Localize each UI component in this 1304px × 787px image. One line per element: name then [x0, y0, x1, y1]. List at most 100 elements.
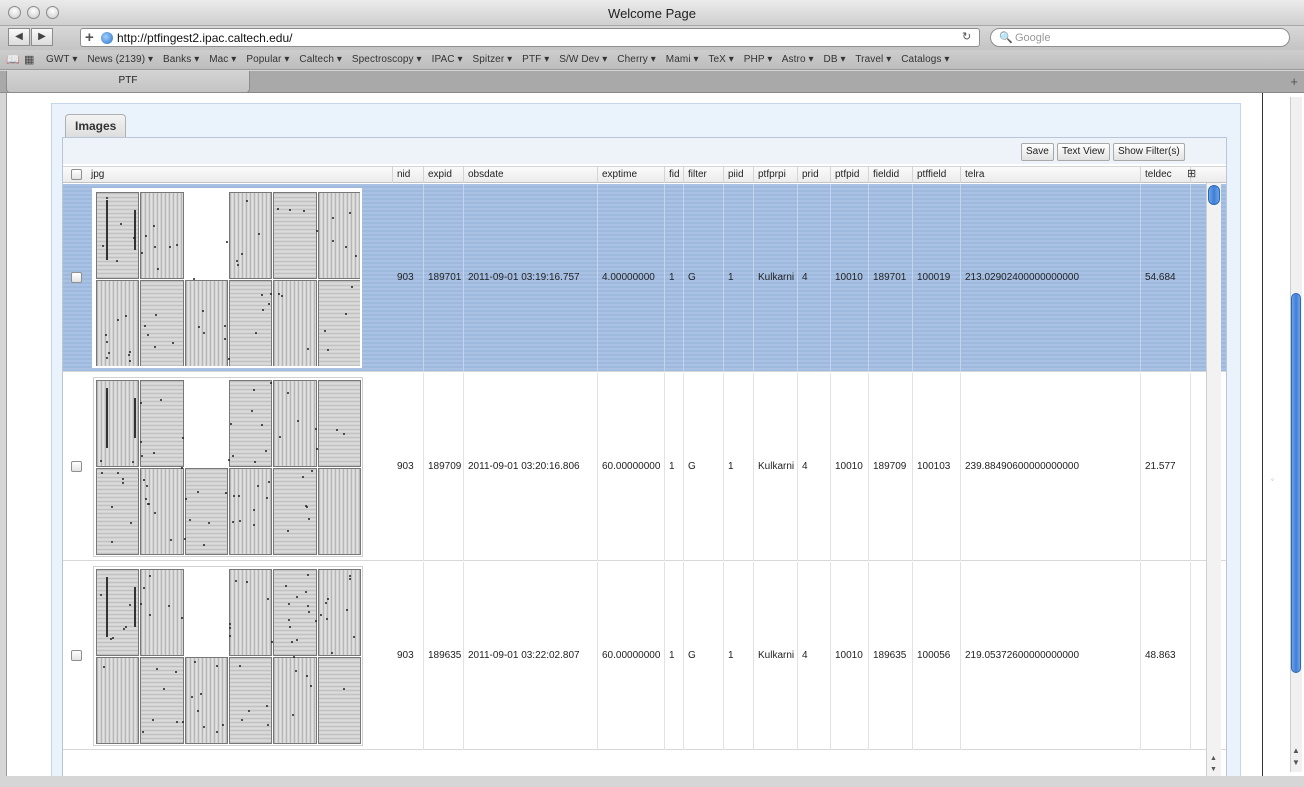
- bookmark-item[interactable]: Astro ▾: [782, 54, 814, 65]
- column-header-ptfpid[interactable]: ptfpid: [831, 167, 869, 183]
- add-bookmark-icon[interactable]: +: [85, 29, 94, 46]
- top-sites-icon[interactable]: ▦: [24, 53, 34, 66]
- cell-filter: G: [684, 373, 724, 561]
- column-header-obsdate[interactable]: obsdate: [464, 167, 598, 183]
- new-tab-icon[interactable]: +: [1290, 74, 1298, 89]
- reload-icon[interactable]: ↻: [962, 30, 971, 43]
- url-text[interactable]: http://ptfingest2.ipac.caltech.edu/: [117, 31, 292, 45]
- bookmark-item[interactable]: Spectroscopy ▾: [352, 54, 422, 65]
- column-header-jpg[interactable]: jpg: [87, 167, 393, 183]
- image-star: [145, 498, 147, 500]
- image-star: [224, 338, 226, 340]
- column-header-fid[interactable]: fid: [665, 167, 684, 183]
- page-scroll-up-arrow[interactable]: ▲: [1292, 746, 1300, 755]
- cell-prid: 4: [798, 184, 831, 372]
- ccd-chip: [140, 468, 184, 555]
- table-row[interactable]: 903 189635 2011-09-01 03:22:02.807 60.00000…: [63, 562, 1226, 750]
- tab-images[interactable]: Images: [65, 114, 127, 138]
- bookmark-item[interactable]: S/W Dev ▾: [559, 54, 607, 65]
- bookmark-item[interactable]: News (2139) ▾: [87, 54, 153, 65]
- bookmark-item[interactable]: Banks ▾: [163, 54, 199, 65]
- bookmark-item[interactable]: Mami ▾: [666, 54, 699, 65]
- image-star: [149, 614, 151, 616]
- table-scrollbar[interactable]: ▲ ▼: [1206, 183, 1221, 776]
- image-star: [189, 519, 191, 521]
- column-header-ptffield[interactable]: ptffield: [913, 167, 961, 183]
- image-star: [154, 246, 156, 248]
- bookmark-item[interactable]: GWT ▾: [46, 54, 77, 65]
- resize-handle-icon[interactable]: ◦: [1271, 475, 1274, 484]
- column-chooser-icon[interactable]: ⊞: [1187, 167, 1196, 180]
- image-star: [105, 334, 107, 336]
- image-star: [270, 382, 272, 384]
- address-bar[interactable]: + http://ptfingest2.ipac.caltech.edu/: [80, 28, 980, 47]
- bookmark-item[interactable]: PHP ▾: [744, 54, 773, 65]
- column-header-prid[interactable]: prid: [798, 167, 831, 183]
- bookmark-item[interactable]: Travel ▾: [855, 54, 891, 65]
- scroll-down-arrow[interactable]: ▼: [1210, 766, 1217, 773]
- show-bookmarks-icon[interactable]: 📖: [6, 53, 20, 66]
- search-field[interactable]: 🔍 Google: [990, 28, 1290, 47]
- image-star: [149, 575, 151, 577]
- table-scrollbar-thumb[interactable]: [1208, 185, 1220, 205]
- column-header-teldec[interactable]: teldec: [1141, 167, 1191, 183]
- image-star: [307, 574, 309, 576]
- page-scrollbar-thumb[interactable]: [1291, 293, 1301, 673]
- row-select-checkbox[interactable]: [71, 461, 82, 472]
- cell-fieldid: 189709: [869, 373, 913, 561]
- column-header-ptfprpi[interactable]: ptfprpi: [754, 167, 798, 183]
- row-select-checkbox[interactable]: [71, 272, 82, 283]
- page-scrollbar[interactable]: ◦ ▲ ▼: [1262, 93, 1304, 776]
- image-streak: [134, 210, 136, 250]
- column-header-nid[interactable]: nid: [393, 167, 424, 183]
- bookmark-item[interactable]: Catalogs ▾: [901, 54, 949, 65]
- ccd-chip: [273, 380, 317, 467]
- back-button[interactable]: ◀: [8, 28, 30, 46]
- tab-ptf[interactable]: PTF: [6, 71, 250, 93]
- page-scroll-down-arrow[interactable]: ▼: [1292, 758, 1300, 767]
- bookmark-item[interactable]: Mac ▾: [209, 54, 236, 65]
- bookmark-item[interactable]: TeX ▾: [708, 54, 734, 65]
- image-star: [288, 603, 290, 605]
- bookmark-item[interactable]: Caltech ▾: [299, 54, 342, 65]
- bookmark-item[interactable]: PTF ▾: [522, 54, 549, 65]
- bookmark-item[interactable]: DB ▾: [824, 54, 846, 65]
- text-view-button[interactable]: Text View: [1057, 143, 1110, 161]
- image-star: [268, 481, 270, 483]
- image-star: [285, 585, 287, 587]
- image-star: [355, 255, 357, 257]
- image-thumbnail[interactable]: [92, 188, 362, 368]
- column-header-telra[interactable]: telra: [961, 167, 1141, 183]
- show-filters-button[interactable]: Show Filter(s): [1113, 143, 1185, 161]
- column-header-exptime[interactable]: exptime: [598, 167, 665, 183]
- row-select-checkbox[interactable]: [71, 650, 82, 661]
- image-star: [216, 731, 218, 733]
- column-header-piid[interactable]: piid: [724, 167, 754, 183]
- table-row[interactable]: 903 189701 2011-09-01 03:19:16.757 4.000000…: [63, 184, 1226, 372]
- image-thumbnail[interactable]: [93, 377, 363, 557]
- image-star: [224, 325, 226, 327]
- column-header-filter[interactable]: filter: [684, 167, 724, 183]
- image-star: [184, 538, 186, 540]
- forward-button[interactable]: ▶: [31, 28, 53, 46]
- image-star: [267, 724, 269, 726]
- image-star: [320, 614, 322, 616]
- cell-ptffield: 100056: [913, 562, 961, 750]
- image-star: [343, 433, 345, 435]
- image-star: [271, 641, 273, 643]
- image-star: [345, 313, 347, 315]
- image-star: [346, 609, 348, 611]
- column-header-fieldid[interactable]: fieldid: [869, 167, 913, 183]
- bookmark-item[interactable]: Spitzer ▾: [472, 54, 512, 65]
- select-all-checkbox[interactable]: [71, 169, 82, 180]
- column-header-expid[interactable]: expid: [424, 167, 464, 183]
- save-button[interactable]: Save: [1021, 143, 1054, 161]
- image-star: [230, 423, 232, 425]
- bookmark-item[interactable]: IPAC ▾: [432, 54, 463, 65]
- bookmark-item[interactable]: Cherry ▾: [617, 54, 656, 65]
- image-star: [141, 252, 143, 254]
- bookmark-item[interactable]: Popular ▾: [246, 54, 289, 65]
- scroll-up-arrow[interactable]: ▲: [1210, 755, 1217, 762]
- image-thumbnail[interactable]: [93, 566, 363, 746]
- table-row[interactable]: 903 189709 2011-09-01 03:20:16.806 60.00000…: [63, 373, 1226, 561]
